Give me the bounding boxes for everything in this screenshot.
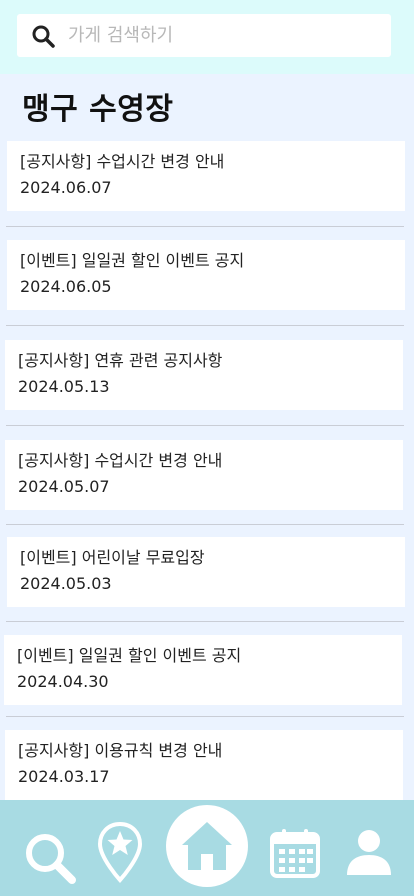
notice-item[interactable]: [이벤트] 일일권 할인 이벤트 공지 2024.06.05	[7, 240, 405, 310]
nav-user-icon[interactable]	[344, 828, 394, 878]
notice-date: 2024.05.03	[20, 574, 112, 593]
top-bar	[0, 0, 414, 74]
nav-home-button[interactable]	[166, 805, 248, 887]
notice-item[interactable]: [이벤트] 어린이날 무료입장 2024.05.03	[7, 537, 405, 607]
divider	[6, 425, 404, 426]
notice-date: 2024.06.07	[20, 178, 112, 197]
notice-item[interactable]: [공지사항] 수업시간 변경 안내 2024.05.07	[5, 440, 403, 510]
notice-date: 2024.03.17	[18, 767, 110, 786]
notice-item[interactable]: [공지사항] 수업시간 변경 안내 2024.06.07	[7, 141, 405, 211]
bottom-nav	[0, 800, 414, 896]
notice-date: 2024.06.05	[20, 277, 112, 296]
notice-title: [이벤트] 일일권 할인 이벤트 공지	[17, 646, 242, 665]
notice-date: 2024.04.30	[17, 672, 109, 691]
search-box[interactable]	[17, 14, 391, 57]
search-input[interactable]	[68, 25, 368, 46]
notice-item[interactable]: [공지사항] 이용규칙 변경 안내 2024.03.17	[5, 730, 403, 800]
notice-title: [공지사항] 수업시간 변경 안내	[18, 451, 223, 470]
nav-search-icon[interactable]	[22, 830, 78, 886]
notice-date: 2024.05.13	[18, 377, 110, 396]
divider	[6, 226, 404, 227]
page-title: 맹구 수영장	[22, 92, 174, 127]
notice-item[interactable]: [이벤트] 일일권 할인 이벤트 공지 2024.04.30	[4, 635, 402, 705]
search-icon[interactable]	[31, 24, 55, 48]
notice-item[interactable]: [공지사항] 연휴 관련 공지사항 2024.05.13	[5, 340, 403, 410]
nav-star-pin-icon[interactable]	[96, 820, 144, 884]
notice-title: [이벤트] 일일권 할인 이벤트 공지	[20, 251, 245, 270]
home-icon	[182, 822, 232, 870]
nav-calendar-icon[interactable]	[270, 828, 320, 878]
divider	[6, 325, 404, 326]
divider	[6, 621, 404, 622]
notice-date: 2024.05.07	[18, 477, 110, 496]
divider	[6, 716, 404, 717]
notice-title: [공지사항] 수업시간 변경 안내	[20, 152, 225, 171]
notice-title: [공지사항] 이용규칙 변경 안내	[18, 741, 223, 760]
divider	[6, 524, 404, 525]
notice-title: [이벤트] 어린이날 무료입장	[20, 548, 205, 567]
notice-title: [공지사항] 연휴 관련 공지사항	[18, 351, 223, 370]
